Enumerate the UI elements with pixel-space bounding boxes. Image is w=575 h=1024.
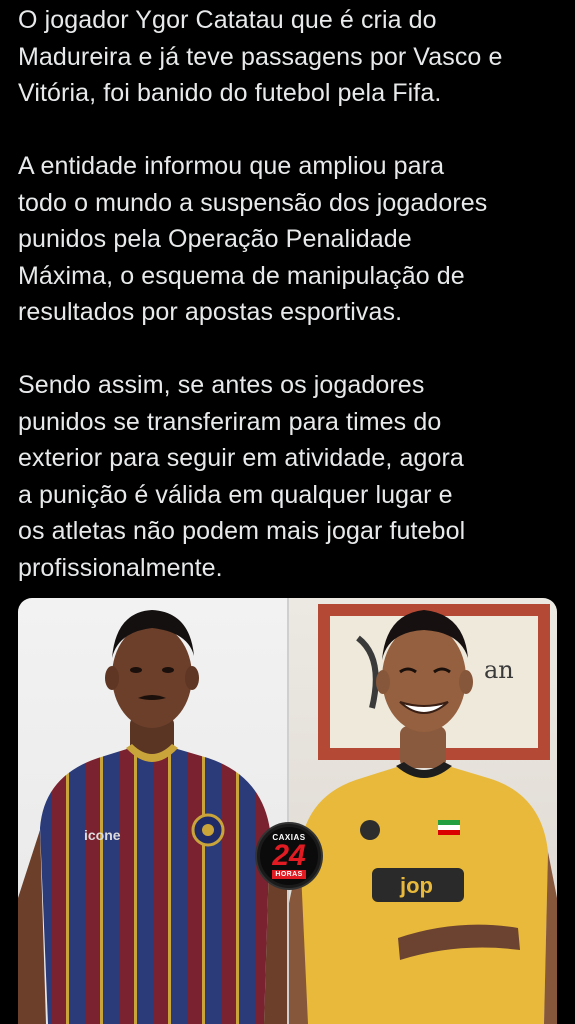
- frame-calligraphy-text: an: [484, 656, 514, 684]
- text-line: Madureira e já teve passagens por Vasco …: [18, 42, 503, 71]
- post-paragraph-2: A entidade informou que ampliou para tod…: [18, 148, 566, 331]
- text-line: resultados por apostas esportivas.: [18, 298, 403, 326]
- watermark-logo: CAXIAS 24 HORAS: [257, 824, 321, 888]
- text-line: exterior para seguir em atividade, agora: [18, 444, 464, 472]
- jersey-brand-left: icone: [84, 827, 121, 843]
- player-illustration-right: an jop: [288, 604, 557, 1024]
- photo-divider: [287, 598, 289, 1024]
- watermark-number: 24: [272, 839, 306, 872]
- post-media-image[interactable]: icone an jop CAXIAS 24 HORAS: [18, 598, 557, 1024]
- text-line: todo o mundo a suspensão dos jogadores: [18, 188, 488, 217]
- text-line: punidos pela Operação Penalidade: [18, 225, 412, 253]
- text-line: punidos se transferiram para times do: [18, 407, 442, 436]
- text-line: A entidade informou que ampliou para: [18, 152, 445, 180]
- post-text: O jogador Ygor Catatau que é cria do Mad…: [18, 2, 566, 586]
- watermark-bottom-text: HORAS: [272, 870, 306, 879]
- text-line: O jogador Ygor Catatau que é cria do: [18, 6, 437, 34]
- post-paragraph-1: O jogador Ygor Catatau que é cria do Mad…: [18, 2, 566, 112]
- player-photo-right: an jop: [288, 598, 557, 1024]
- text-line: Máxima, o esquema de manipulação de: [18, 261, 465, 290]
- text-line: os atletas não podem mais jogar futebol: [18, 517, 466, 545]
- text-line: a punição é válida em qualquer lugar e: [18, 480, 453, 509]
- player-illustration-left: icone: [18, 610, 288, 1024]
- post-paragraph-3: Sendo assim, se antes os jogadores punid…: [18, 367, 566, 586]
- jersey-sponsor-right: jop: [399, 873, 433, 898]
- text-line: Sendo assim, se antes os jogadores: [18, 371, 425, 399]
- text-line: Vitória, foi banido do futebol pela Fifa…: [18, 79, 442, 107]
- player-photo-left: icone: [18, 598, 288, 1024]
- text-line: profissionalmente.: [18, 553, 223, 582]
